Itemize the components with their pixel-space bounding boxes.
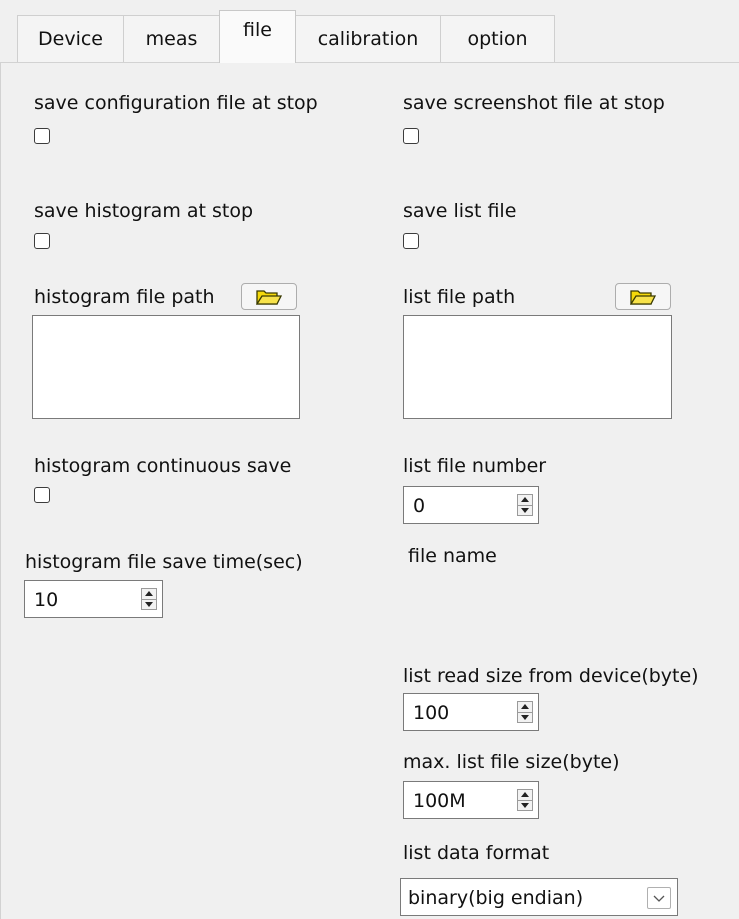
- max-size-label: max. list file size(byte): [403, 751, 620, 773]
- read-size-value: 100: [413, 702, 450, 724]
- data-format-label: list data format: [403, 842, 550, 864]
- panel-top-border: [0, 62, 739, 63]
- histogram-path-field[interactable]: [32, 315, 300, 419]
- tab-meas[interactable]: meas: [123, 15, 220, 62]
- data-format-value: binary(big endian): [408, 887, 584, 909]
- histogram-path-label: histogram file path: [34, 286, 215, 308]
- tab-label: file: [243, 19, 272, 41]
- file-name-label: file name: [408, 545, 497, 567]
- dropdown-button[interactable]: [647, 887, 671, 909]
- tab-option[interactable]: option: [440, 15, 555, 62]
- spin-arrows-icon[interactable]: [517, 494, 533, 516]
- read-size-spinbox[interactable]: 100: [403, 693, 539, 731]
- list-file-number-spinbox[interactable]: 0: [403, 486, 539, 524]
- folder-open-icon: [630, 289, 656, 305]
- list-file-number-label: list file number: [403, 455, 547, 477]
- folder-open-icon: [256, 289, 282, 305]
- data-format-select[interactable]: binary(big endian): [400, 878, 678, 916]
- spin-arrows-icon[interactable]: [517, 701, 533, 723]
- save-time-spinbox[interactable]: 10: [24, 580, 163, 618]
- list-file-number-value: 0: [413, 495, 426, 517]
- continuous-save-label: histogram continuous save: [34, 455, 292, 477]
- tab-file[interactable]: file: [219, 10, 296, 63]
- tab-label: option: [467, 28, 528, 50]
- histogram-path-browse-button[interactable]: [241, 283, 297, 310]
- chevron-down-icon: [653, 895, 665, 902]
- save-config-checkbox[interactable]: [34, 128, 50, 144]
- save-screenshot-checkbox[interactable]: [403, 128, 419, 144]
- save-screenshot-label: save screenshot file at stop: [403, 92, 665, 114]
- save-time-label: histogram file save time(sec): [25, 551, 303, 573]
- save-time-value: 10: [34, 589, 59, 611]
- save-histogram-checkbox[interactable]: [34, 233, 50, 249]
- spin-arrows-icon[interactable]: [517, 789, 533, 811]
- list-path-field[interactable]: [403, 315, 672, 419]
- read-size-label: list read size from device(byte): [403, 665, 699, 687]
- panel-left-border: [0, 62, 1, 919]
- list-path-label: list file path: [403, 286, 516, 308]
- tab-calibration[interactable]: calibration: [295, 15, 441, 62]
- continuous-save-checkbox[interactable]: [34, 487, 50, 503]
- tab-label: calibration: [317, 28, 419, 50]
- spin-arrows-icon[interactable]: [141, 588, 157, 610]
- list-path-browse-button[interactable]: [615, 283, 671, 310]
- save-list-label: save list file: [403, 200, 517, 222]
- tab-device[interactable]: Device: [17, 15, 124, 62]
- save-list-checkbox[interactable]: [403, 233, 419, 249]
- save-config-label: save configuration file at stop: [34, 92, 318, 114]
- save-histogram-label: save histogram at stop: [34, 200, 254, 222]
- max-size-spinbox[interactable]: 100M: [403, 781, 539, 819]
- tab-label: meas: [145, 28, 198, 50]
- tab-label: Device: [38, 28, 103, 50]
- tab-bar: Device meas file calibration option: [0, 0, 739, 63]
- max-size-value: 100M: [413, 790, 466, 812]
